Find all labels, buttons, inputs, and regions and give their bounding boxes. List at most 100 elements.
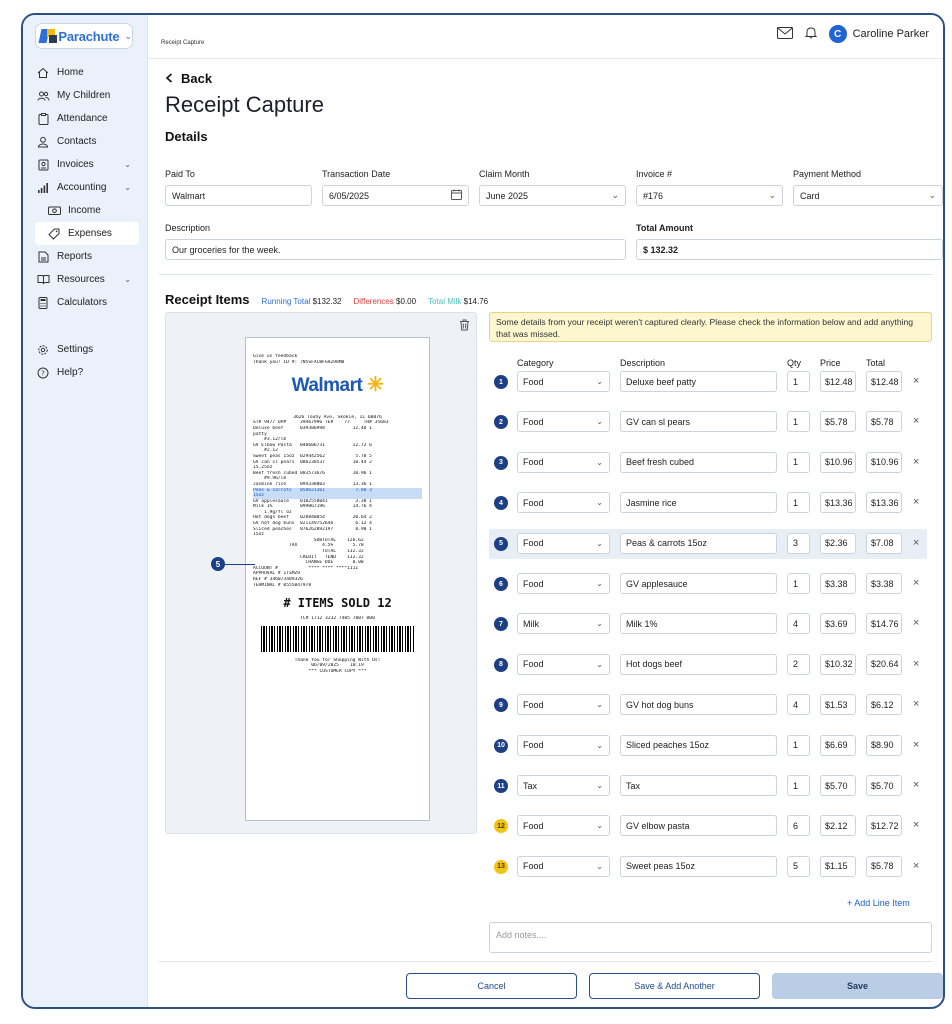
description-input[interactable]: GV applesauce [620, 573, 777, 594]
remove-item-icon[interactable]: × [913, 496, 919, 508]
qty-input[interactable]: 6 [787, 815, 810, 837]
remove-item-icon[interactable]: × [913, 456, 919, 468]
description-input[interactable]: Tax [620, 775, 777, 796]
remove-item-icon[interactable]: × [913, 698, 919, 710]
sidebar-item-attendance[interactable]: Attendance [23, 107, 147, 130]
total-input[interactable]: $12.48 [866, 371, 902, 392]
sidebar-item-income[interactable]: Income [23, 199, 147, 222]
line-item-row[interactable]: 11 Tax ⌄ Tax 1 $5.70 $5.70 × [489, 771, 927, 801]
user-name[interactable]: Caroline Parker [853, 28, 929, 40]
description-input[interactable]: Peas & carrots 15oz [620, 532, 777, 554]
sidebar-item-calculators[interactable]: Calculators [23, 291, 147, 314]
total-input[interactable]: $20.64 [866, 653, 902, 675]
chevron-down-icon[interactable]: ⌄ [124, 275, 131, 284]
category-select[interactable]: Food ⌄ [517, 451, 610, 473]
qty-input[interactable]: 2 [787, 653, 810, 675]
price-input[interactable]: $5.78 [820, 411, 856, 433]
line-item-row[interactable]: 4 Food ⌄ Jasmine rice 1 $13.36 $13.36 × [489, 488, 927, 518]
qty-input[interactable]: 1 [787, 371, 810, 392]
sidebar-item-help[interactable]: ? Help? [23, 361, 147, 384]
remove-item-icon[interactable]: × [913, 779, 919, 791]
remove-item-icon[interactable]: × [913, 860, 919, 872]
line-item-row[interactable]: 12 Food ⌄ GV elbow pasta 6 $2.12 $12.72 × [489, 811, 927, 841]
sidebar-item-home[interactable]: Home [23, 61, 147, 84]
sidebar-item-settings[interactable]: Settings [23, 338, 147, 361]
total-input[interactable]: $5.78 [866, 855, 902, 877]
remove-item-icon[interactable]: × [913, 577, 919, 589]
category-select[interactable]: Food ⌄ [517, 694, 610, 716]
category-select[interactable]: Food ⌄ [517, 653, 610, 675]
price-input[interactable]: $6.69 [820, 734, 856, 756]
sidebar-item-reports[interactable]: Reports [23, 245, 147, 268]
line-item-row[interactable]: 3 Food ⌄ Beef fresh cubed 1 $10.96 $10.96 × [489, 448, 927, 478]
avatar[interactable]: C [828, 25, 847, 43]
claim-month-select[interactable]: June 2025 ⌄ [479, 185, 626, 206]
total-input[interactable]: $13.36 [866, 492, 902, 514]
category-select[interactable]: Food ⌄ [517, 532, 610, 554]
price-input[interactable]: $2.36 [820, 532, 856, 554]
category-select[interactable]: Food ⌄ [517, 734, 610, 756]
total-input[interactable]: $7.08 [866, 532, 902, 554]
category-select[interactable]: Milk ⌄ [517, 613, 610, 635]
qty-input[interactable]: 1 [787, 451, 810, 473]
receipt-marker[interactable]: 5 [211, 557, 255, 571]
notes-input[interactable]: Add notes.... [489, 922, 932, 953]
sidebar-item-invoices[interactable]: Invoices ⌄ [23, 153, 147, 176]
total-input[interactable]: $3.38 [866, 573, 902, 594]
description-input[interactable]: GV elbow pasta [620, 815, 777, 837]
price-input[interactable]: $1.15 [820, 855, 856, 877]
category-select[interactable]: Food ⌄ [517, 855, 610, 877]
add-line-item-button[interactable]: + Add Line Item [847, 898, 910, 908]
category-select[interactable]: Food ⌄ [517, 573, 610, 594]
price-input[interactable]: $3.38 [820, 573, 856, 594]
price-input[interactable]: $10.32 [820, 653, 856, 675]
price-input[interactable]: $1.53 [820, 694, 856, 716]
price-input[interactable]: $2.12 [820, 815, 856, 837]
transaction-date-input[interactable]: 6/05/2025 [322, 185, 469, 206]
trash-icon[interactable] [459, 318, 470, 331]
line-item-row[interactable]: 1 Food ⌄ Deluxe beef patty 1 $12.48 $12.48 × [489, 367, 927, 397]
description-input[interactable]: Deluxe beef patty [620, 371, 777, 392]
line-item-row[interactable]: 7 Milk ⌄ Milk 1% 4 $3.69 $14.76 × [489, 609, 927, 639]
line-item-row[interactable]: 2 Food ⌄ GV can sl pears 1 $5.78 $5.78 × [489, 407, 927, 437]
remove-item-icon[interactable]: × [913, 537, 919, 549]
total-input[interactable]: $12.72 [866, 815, 902, 837]
line-item-row[interactable]: 13 Food ⌄ Sweet peas 15oz 5 $1.15 $5.78 × [489, 852, 927, 882]
description-input[interactable]: GV hot dog buns [620, 694, 777, 716]
price-input[interactable]: $5.70 [820, 775, 856, 796]
qty-input[interactable]: 1 [787, 734, 810, 756]
remove-item-icon[interactable]: × [913, 739, 919, 751]
line-item-row[interactable]: 6 Food ⌄ GV applesauce 1 $3.38 $3.38 × [489, 569, 927, 599]
description-input[interactable]: Our groceries for the week. [165, 239, 626, 260]
mail-icon[interactable] [776, 26, 793, 42]
sidebar-item-contacts[interactable]: Contacts [23, 130, 147, 153]
qty-input[interactable]: 3 [787, 532, 810, 554]
category-select[interactable]: Food ⌄ [517, 492, 610, 514]
sidebar-item-my-children[interactable]: My Children [23, 84, 147, 107]
description-input[interactable]: Jasmine rice [620, 492, 777, 514]
total-input[interactable]: $10.96 [866, 451, 902, 473]
total-amount-input[interactable]: $ 132.32 [636, 239, 943, 260]
chevron-down-icon[interactable]: ⌄ [124, 160, 131, 169]
breadcrumb[interactable]: Receipt Capture [161, 40, 204, 46]
sidebar-item-expenses[interactable]: Expenses [35, 222, 139, 245]
cancel-button[interactable]: Cancel [406, 973, 577, 999]
calendar-icon[interactable] [451, 189, 462, 202]
description-input[interactable]: Milk 1% [620, 613, 777, 635]
price-input[interactable]: $10.96 [820, 451, 856, 473]
qty-input[interactable]: 4 [787, 694, 810, 716]
qty-input[interactable]: 5 [787, 855, 810, 877]
qty-input[interactable]: 1 [787, 492, 810, 514]
total-input[interactable]: $6.12 [866, 694, 902, 716]
line-item-row[interactable]: 9 Food ⌄ GV hot dog buns 4 $1.53 $6.12 × [489, 690, 927, 720]
save-and-add-another-button[interactable]: Save & Add Another [589, 973, 760, 999]
bell-icon[interactable] [804, 26, 817, 42]
category-select[interactable]: Food ⌄ [517, 371, 610, 392]
remove-item-icon[interactable]: × [913, 819, 919, 831]
description-input[interactable]: Sweet peas 15oz [620, 855, 777, 877]
brand-switcher[interactable]: Parachute ⌄ [35, 23, 133, 49]
remove-item-icon[interactable]: × [913, 415, 919, 427]
category-select[interactable]: Food ⌄ [517, 411, 610, 433]
sidebar-item-resources[interactable]: Resources ⌄ [23, 268, 147, 291]
description-input[interactable]: Beef fresh cubed [620, 451, 777, 473]
